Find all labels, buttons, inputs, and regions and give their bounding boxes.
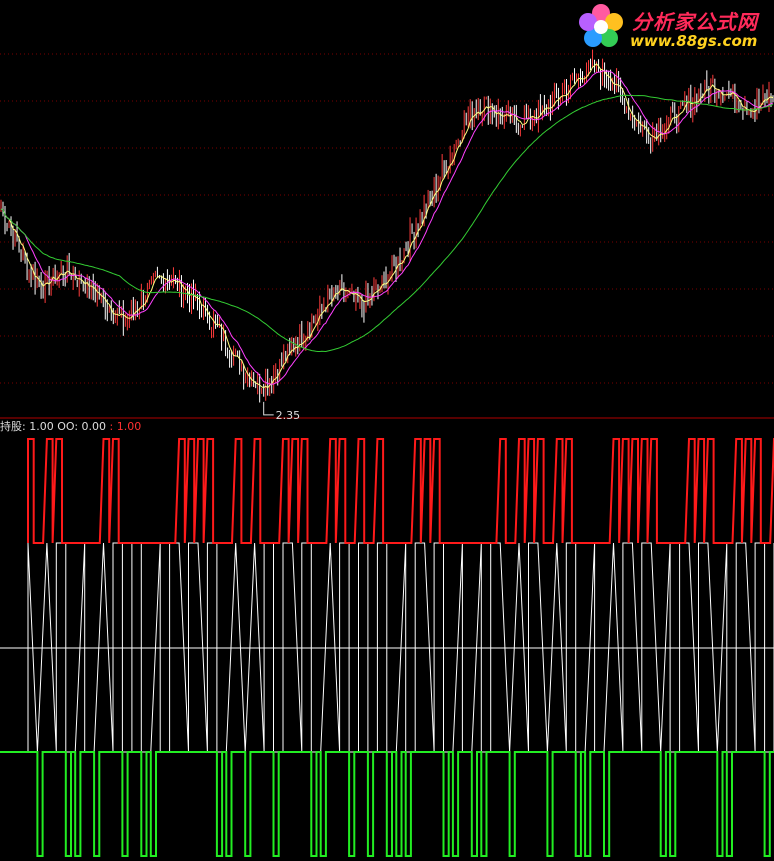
chart-stage: 2.35 分析家公式网 www.88gs.com 持股: 1.00 OO: 0.… bbox=[0, 0, 774, 861]
flower-logo-icon bbox=[579, 4, 623, 47]
site-logo: 分析家公式网 www.88gs.com bbox=[574, 2, 772, 52]
indicator-legend: 持股: 1.00 OO: 0.00 : 1.00 bbox=[0, 420, 141, 433]
oo-signal-series bbox=[0, 751, 774, 857]
ma5-line bbox=[0, 63, 774, 389]
logo-url: www.88gs.com bbox=[630, 32, 758, 50]
low-marker-label: 2.35 bbox=[276, 409, 301, 422]
legend-hold-value: 持股: 1.00 bbox=[0, 420, 54, 433]
ma60-line bbox=[0, 94, 774, 353]
legend-red-value: : 1.00 bbox=[109, 420, 142, 433]
low-marker-leader bbox=[263, 401, 274, 416]
ma13-line bbox=[0, 70, 774, 385]
legend-oo-value: OO: 0.00 bbox=[57, 420, 107, 433]
logo-title: 分析家公式网 bbox=[632, 10, 758, 34]
hold-signal-series bbox=[27, 438, 774, 544]
